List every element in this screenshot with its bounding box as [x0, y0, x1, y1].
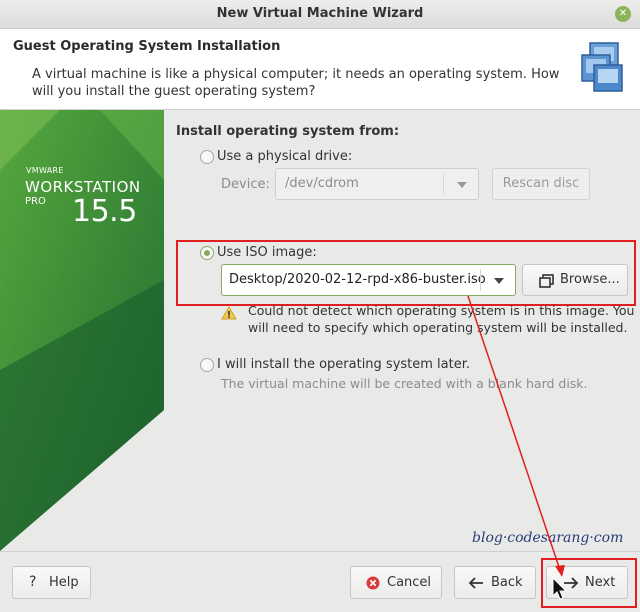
physical-drive-radio[interactable] — [200, 150, 214, 164]
watermark: blog·codesarang·com — [472, 530, 624, 546]
page-description: A virtual machine is like a physical com… — [32, 67, 560, 99]
physical-drive-label[interactable]: Use a physical drive: — [217, 149, 352, 164]
cancel-icon — [366, 576, 380, 594]
device-value: /dev/cdrom — [285, 176, 359, 191]
warning-icon — [221, 306, 237, 324]
brand-version: 15.5 — [72, 194, 137, 229]
brand-banner — [0, 110, 164, 551]
back-label: Back — [491, 575, 523, 590]
annotation-highlight-iso — [176, 240, 636, 306]
warning-line-1: Could not detect which operating system … — [248, 303, 635, 318]
help-icon: ? — [29, 574, 37, 590]
rescan-disc-button[interactable]: Rescan disc — [492, 168, 590, 200]
brand-edition: PRO — [25, 196, 46, 207]
back-button[interactable]: Back — [454, 566, 536, 599]
dropdown-caret-icon — [457, 182, 467, 188]
help-label: Help — [49, 575, 79, 590]
wizard-header: Guest Operating System Installation A vi… — [0, 29, 640, 110]
brand-vendor: VMWARE — [26, 166, 64, 175]
cancel-button[interactable]: Cancel — [350, 566, 442, 599]
title-bar: New Virtual Machine Wizard ✕ — [0, 0, 640, 29]
install-later-radio[interactable] — [200, 358, 214, 372]
help-button[interactable]: ? Help — [12, 566, 91, 599]
window-title: New Virtual Machine Wizard — [216, 6, 424, 21]
back-arrow-icon — [468, 576, 484, 594]
footer-divider — [0, 551, 640, 552]
vm-stack-icon — [581, 42, 623, 92]
device-select[interactable]: /dev/cdrom — [275, 168, 479, 200]
section-title: Install operating system from: — [176, 124, 400, 139]
window-close-icon[interactable]: ✕ — [615, 6, 631, 22]
install-later-hint: The virtual machine will be created with… — [221, 376, 588, 391]
annotation-highlight-next — [541, 558, 637, 608]
device-label: Device: — [221, 177, 270, 192]
warning-line-2: will need to specify which operating sys… — [248, 320, 628, 335]
page-title: Guest Operating System Installation — [13, 39, 281, 54]
cancel-label: Cancel — [387, 575, 432, 590]
install-later-label[interactable]: I will install the operating system late… — [217, 357, 470, 372]
